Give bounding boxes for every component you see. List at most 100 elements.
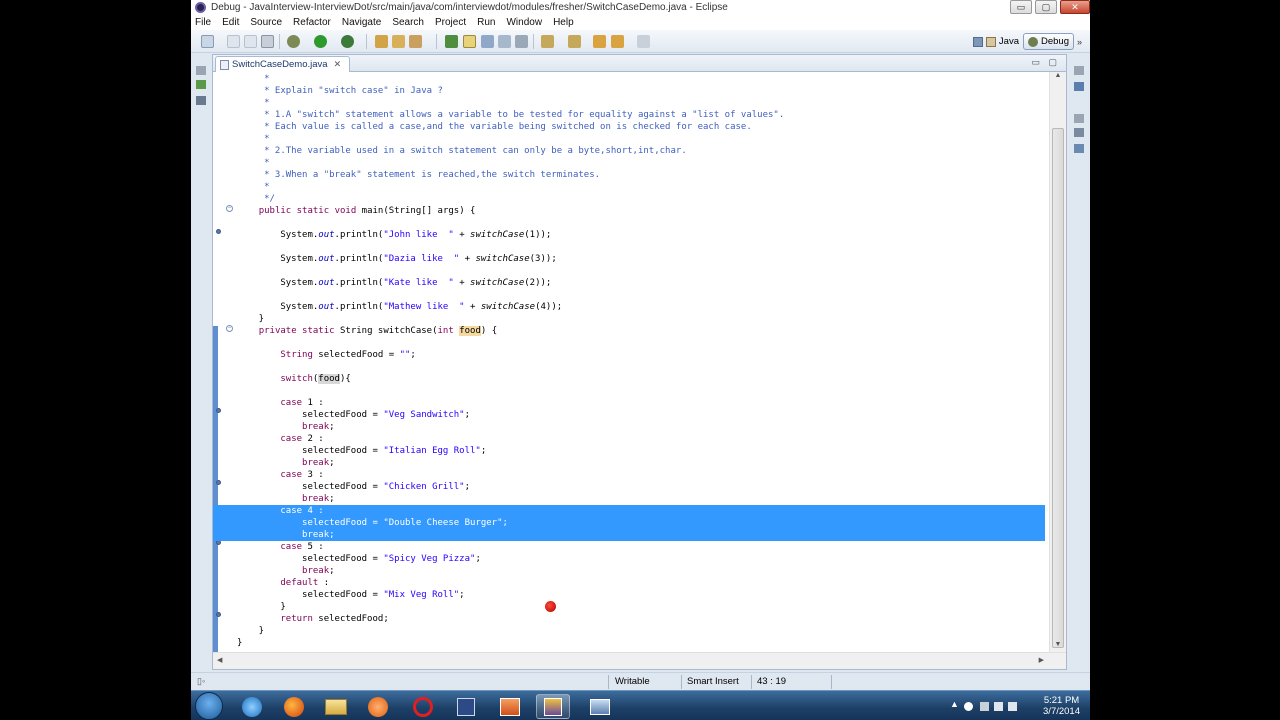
menu-source[interactable]: Source xyxy=(250,17,282,28)
code-line[interactable]: * xyxy=(237,181,1045,193)
code-line[interactable]: } xyxy=(237,601,1045,613)
breakpoint-marker-icon[interactable] xyxy=(216,229,221,234)
firefox-icon[interactable] xyxy=(277,694,311,719)
code-line[interactable]: case 4 : xyxy=(213,505,1045,517)
forward-icon[interactable] xyxy=(637,35,650,48)
menu-navigate[interactable]: Navigate xyxy=(342,17,381,28)
show-hidden-icon[interactable]: ▲ xyxy=(950,699,959,709)
code-line[interactable]: switch(food){ xyxy=(237,373,1045,385)
code-line[interactable] xyxy=(237,337,1045,349)
menu-refactor[interactable]: Refactor xyxy=(293,17,331,28)
breakpoint-marker-icon[interactable] xyxy=(216,612,221,617)
code-line[interactable]: * 3.When a "break" statement is reached,… xyxy=(237,169,1045,181)
code-line[interactable]: String selectedFood = ""; xyxy=(237,349,1045,361)
variables-icon[interactable] xyxy=(1074,82,1084,91)
breakpoint-marker-icon[interactable] xyxy=(216,408,221,413)
code-line[interactable]: } xyxy=(237,625,1045,637)
run-icon[interactable] xyxy=(314,35,327,48)
toggle-mark-icon[interactable] xyxy=(463,35,476,48)
search-icon[interactable] xyxy=(409,35,422,48)
code-line[interactable]: selectedFood = "Spicy Veg Pizza"; xyxy=(237,553,1045,565)
code-line[interactable]: * xyxy=(237,73,1045,85)
save-all-icon[interactable] xyxy=(244,35,257,48)
scroll-up-icon[interactable]: ▲ xyxy=(1050,72,1066,84)
window-app-icon[interactable] xyxy=(583,694,617,719)
pin-icon[interactable] xyxy=(481,35,494,48)
code-line[interactable]: break; xyxy=(237,493,1045,505)
close-button[interactable]: ✕ xyxy=(1060,0,1090,14)
vertical-scrollbar[interactable]: ▲ ▼ xyxy=(1049,72,1066,653)
restore-icon[interactable] xyxy=(196,66,206,75)
code-line[interactable]: selectedFood = "Double Cheese Burger"; xyxy=(213,517,1045,529)
code-line[interactable]: return selectedFood; xyxy=(237,613,1045,625)
code-line[interactable] xyxy=(237,385,1045,397)
back-icon[interactable] xyxy=(593,35,606,48)
save-icon[interactable] xyxy=(227,35,240,48)
code-line[interactable]: public static void main(String[] args) { xyxy=(237,205,1045,217)
code-line[interactable]: selectedFood = "Italian Egg Roll"; xyxy=(237,445,1045,457)
open-type-icon[interactable] xyxy=(375,35,388,48)
code-line[interactable]: System.out.println("Kate like " + switch… xyxy=(237,277,1045,289)
code-line[interactable]: System.out.println("Dazia like " + switc… xyxy=(237,253,1045,265)
code-line[interactable]: * xyxy=(237,97,1045,109)
media-player-icon[interactable] xyxy=(361,694,395,719)
start-button[interactable] xyxy=(195,692,223,720)
code-line[interactable]: System.out.println("John like " + switch… xyxy=(237,229,1045,241)
breakpoints-icon[interactable] xyxy=(1074,144,1084,153)
flag-icon[interactable] xyxy=(980,702,989,711)
code-line[interactable]: } xyxy=(237,313,1045,325)
fast-view-icon[interactable]: ▯◦ xyxy=(197,676,205,687)
collapse-icon[interactable]: − xyxy=(226,205,233,212)
volume-icon[interactable] xyxy=(1008,702,1017,711)
tab-switchcasedemo[interactable]: SwitchCaseDemo.java ✕ xyxy=(215,56,351,72)
next-annotation-icon[interactable] xyxy=(541,35,554,48)
recorder-icon[interactable] xyxy=(406,694,440,719)
save-disk-icon[interactable] xyxy=(449,694,483,719)
code-line[interactable] xyxy=(237,361,1045,373)
minimize-maximize-icon[interactable]: ▭ ▢ xyxy=(1031,57,1060,68)
code-line[interactable]: case 1 : xyxy=(237,397,1045,409)
menu-window[interactable]: Window xyxy=(506,17,542,28)
network-icon[interactable] xyxy=(994,702,1003,711)
scroll-left-icon[interactable]: ◀ xyxy=(217,656,222,664)
code-line[interactable]: case 5 : xyxy=(237,541,1045,553)
menu-run[interactable]: Run xyxy=(477,17,495,28)
code-line[interactable]: selectedFood = "Mix Veg Roll"; xyxy=(237,589,1045,601)
code-line[interactable]: break; xyxy=(237,457,1045,469)
record-icon[interactable] xyxy=(964,702,973,711)
code-line[interactable]: private static String switchCase(int foo… xyxy=(237,325,1045,337)
code-line[interactable]: } xyxy=(237,637,1045,649)
expressions-icon[interactable] xyxy=(1074,128,1084,137)
code-line[interactable]: selectedFood = "Chicken Grill"; xyxy=(237,481,1045,493)
code-line[interactable]: System.out.println("Mathew like " + swit… xyxy=(237,301,1045,313)
eclipse-task-icon[interactable] xyxy=(536,694,570,719)
prev-annotation-icon[interactable] xyxy=(568,35,581,48)
code-line[interactable]: * 1.A "switch" statement allows a variab… xyxy=(237,109,1045,121)
tab-close-icon[interactable]: ✕ xyxy=(334,59,342,70)
code-line[interactable]: * Each value is called a case,and the va… xyxy=(237,121,1045,133)
debug-icon[interactable] xyxy=(287,35,300,48)
scroll-right-icon[interactable]: ▶ xyxy=(1039,656,1044,664)
code-line[interactable] xyxy=(237,217,1045,229)
code-line[interactable]: default : xyxy=(237,577,1045,589)
code-area[interactable]: − − * * Explain "switch case" in Java ? … xyxy=(213,72,1066,653)
restore-icon[interactable] xyxy=(1074,66,1084,75)
code-line[interactable]: case 2 : xyxy=(237,433,1045,445)
code-line[interactable]: * 2.The variable used in a switch statem… xyxy=(237,145,1045,157)
menu-file[interactable]: File xyxy=(195,17,211,28)
minimize-button[interactable]: ▭ xyxy=(1010,0,1032,14)
internet-explorer-icon[interactable] xyxy=(235,694,269,719)
code-line[interactable]: * xyxy=(237,157,1045,169)
whitespace-icon[interactable] xyxy=(515,35,528,48)
scroll-thumb[interactable] xyxy=(1052,128,1064,648)
code-line[interactable]: * xyxy=(237,133,1045,145)
java-perspective-button[interactable]: Java xyxy=(969,33,1023,50)
code-line[interactable]: * Explain "switch case" in Java ? xyxy=(237,85,1045,97)
menu-edit[interactable]: Edit xyxy=(222,17,239,28)
coverage-icon[interactable] xyxy=(341,35,354,48)
new-icon[interactable] xyxy=(201,35,214,48)
debug-perspective-button[interactable]: Debug xyxy=(1022,33,1074,50)
breakpoint-marker-icon[interactable] xyxy=(216,480,221,485)
code-line[interactable]: break; xyxy=(237,421,1045,433)
code-line[interactable]: case 3 : xyxy=(237,469,1045,481)
